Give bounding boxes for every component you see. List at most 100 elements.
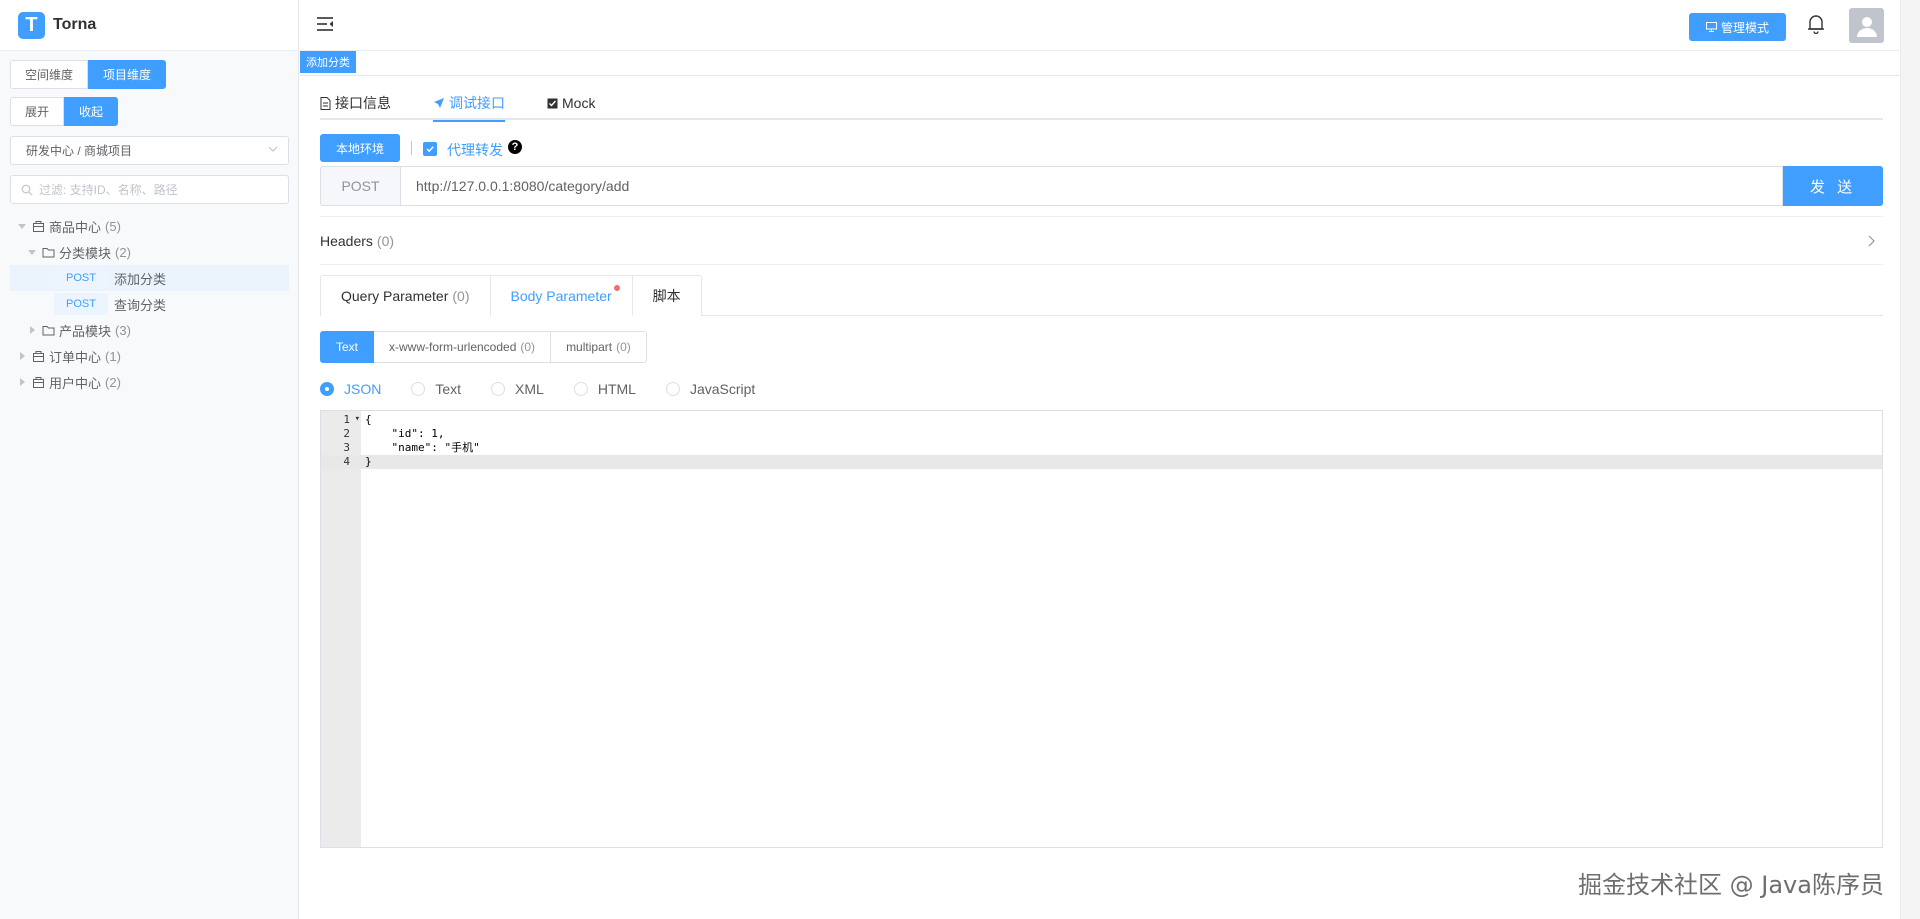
line-text: "name": "手机"	[365, 441, 480, 454]
caret-right-icon	[26, 324, 38, 336]
monitor-icon	[1705, 22, 1717, 32]
tree-node-product-module[interactable]: 产品模块 (3)	[10, 317, 289, 343]
tree-node-label: 订单中心	[49, 349, 102, 365]
space-dimension-button[interactable]: 空间维度	[10, 60, 89, 89]
radio-circle	[573, 382, 588, 396]
radio-json[interactable]: JSON	[320, 381, 381, 397]
app-name: Torna	[53, 16, 97, 33]
proxy-label[interactable]: 代理转发	[447, 140, 503, 160]
tab-label: 脚本	[652, 288, 681, 304]
http-method: POST	[320, 166, 400, 206]
code-editor[interactable]: 1 { 2 "id": 1, 3 "name": "手机" 4 }	[320, 410, 1883, 848]
tree-node-user-center[interactable]: 用户中心 (2)	[10, 369, 289, 395]
tab-label: Query Parameter	[341, 288, 449, 304]
radio-label: JavaScript	[689, 381, 756, 397]
tree-node-label: 用户中心	[49, 375, 102, 391]
tree-node-label: 分类模块	[59, 245, 112, 261]
main-tabs: 接口信息 调试接口 Mock	[320, 86, 1883, 122]
page-scrollbar[interactable]	[1900, 0, 1920, 919]
checkbox-icon	[547, 98, 558, 108]
tree-node-count: (2)	[105, 374, 121, 390]
folder-icon	[42, 325, 55, 335]
tab-query-parameter[interactable]: Query Parameter (0)	[320, 275, 491, 316]
collapse-all-button[interactable]: 收起	[64, 97, 119, 126]
chevron-right-icon	[1868, 235, 1875, 247]
bell-icon[interactable]	[1807, 14, 1825, 34]
caret-down-icon	[26, 246, 38, 258]
radio-label: HTML	[597, 381, 636, 397]
code-line-active: 4 }	[321, 455, 1882, 469]
admin-mode-label: 管理模式	[1720, 20, 1769, 35]
tree-node-label: 商品中心	[49, 219, 102, 235]
dimension-switch: 空间维度 项目维度	[10, 60, 167, 89]
headers-section[interactable]: Headers (0)	[320, 217, 1883, 265]
method-tag: POST	[54, 293, 108, 315]
admin-mode-button[interactable]: 管理模式	[1689, 13, 1786, 41]
url-bar: POST http://127.0.0.1:8080/category/add …	[320, 166, 1883, 206]
line-number: 3	[343, 441, 350, 454]
radio-circle	[320, 382, 334, 396]
tree-node-query-category[interactable]: POST 查询分类	[10, 291, 289, 317]
headers-count: (0)	[376, 233, 395, 249]
radio-javascript[interactable]: JavaScript	[665, 381, 756, 397]
radio-text[interactable]: Text	[411, 381, 461, 397]
editor-gutter	[321, 411, 361, 847]
question-icon[interactable]: ?	[508, 140, 522, 154]
param-tabs: Query Parameter (0) Body Parameter 脚本	[320, 275, 1883, 316]
body-type-multipart[interactable]: multipart (0)	[551, 331, 647, 363]
radio-xml[interactable]: XML	[491, 381, 544, 397]
send-button[interactable]: 发 送	[1783, 166, 1883, 206]
line-number: 4	[343, 455, 350, 468]
tab-body-parameter[interactable]: Body Parameter	[490, 275, 633, 316]
tab-script[interactable]: 脚本	[632, 275, 702, 316]
tree-node-category-module[interactable]: 分类模块 (2)	[10, 239, 289, 265]
url-input[interactable]: http://127.0.0.1:8080/category/add	[400, 166, 1783, 206]
body-type-text[interactable]: Text	[320, 331, 375, 363]
tree-node-order-center[interactable]: 订单中心 (1)	[10, 343, 289, 369]
tree-node-count: (2)	[115, 244, 131, 260]
env-button[interactable]: 本地环境	[320, 134, 400, 162]
user-avatar-icon[interactable]	[1849, 8, 1884, 43]
filter-input[interactable]: 过滤: 支持ID、名称、路径	[10, 175, 289, 204]
proxy-checkbox[interactable]	[423, 142, 437, 156]
tab-debug-api[interactable]: 调试接口	[433, 86, 505, 122]
caret-right-icon	[16, 350, 28, 362]
module-icon	[33, 376, 44, 388]
document-icon	[320, 96, 331, 110]
tab-mock[interactable]: Mock	[547, 86, 595, 120]
headers-label: Headers	[320, 233, 373, 249]
logo-bar: T Torna	[0, 0, 298, 51]
check-icon	[426, 146, 434, 153]
tree-node-label: 添加分类	[113, 271, 166, 287]
line-text: {	[365, 413, 372, 426]
menu-fold-icon[interactable]	[316, 16, 334, 32]
tree-node-count: (1)	[105, 348, 121, 364]
sidebar: T Torna 空间维度 项目维度 展开 收起 研发中心 / 商城项目 过滤: …	[0, 0, 299, 919]
tree-node-add-category[interactable]: POST 添加分类	[10, 265, 289, 291]
tab-label: Body Parameter	[510, 287, 612, 304]
folder-icon	[42, 247, 55, 257]
changed-dot	[613, 285, 620, 291]
open-page-tag[interactable]: 添加分类	[300, 51, 356, 73]
radio-html[interactable]: HTML	[573, 381, 636, 397]
tab-label: 调试接口	[449, 95, 505, 111]
body-type-label: x-www-form-urlencoded	[389, 340, 517, 354]
body-type-urlencoded[interactable]: x-www-form-urlencoded (0)	[374, 331, 552, 363]
tree-node-label: 产品模块	[59, 323, 112, 339]
project-dimension-button[interactable]: 项目维度	[88, 60, 167, 89]
body-type-label: multipart	[566, 340, 613, 354]
module-icon	[33, 350, 44, 362]
line-number: 2	[343, 427, 350, 440]
radio-circle	[665, 382, 680, 396]
radio-circle	[491, 382, 506, 396]
tab-api-info[interactable]: 接口信息	[320, 86, 391, 120]
radio-label: XML	[515, 381, 544, 397]
tree-node-label: 查询分类	[113, 297, 166, 313]
send-icon	[434, 98, 444, 108]
tree-node-goods-center[interactable]: 商品中心 (5)	[10, 213, 289, 239]
divider	[320, 264, 1883, 265]
project-select[interactable]: 研发中心 / 商城项目	[10, 136, 289, 165]
chevron-down-icon	[268, 146, 278, 152]
expand-all-button[interactable]: 展开	[10, 97, 65, 126]
expand-switch: 展开 收起	[10, 97, 119, 126]
